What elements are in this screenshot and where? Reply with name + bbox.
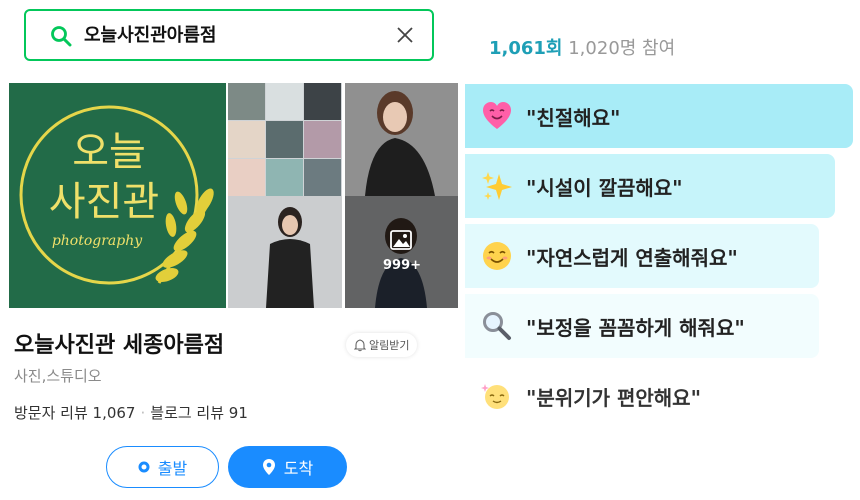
origin-dot-icon — [138, 461, 150, 473]
blog-review-link[interactable]: 블로그 리뷰 91 — [150, 402, 248, 423]
place-category: 사진,스튜디오 — [14, 367, 102, 385]
keyword-bar: "분위기가 편안해요" — [465, 364, 819, 428]
portrait-photo[interactable] — [228, 196, 342, 308]
logo-line1: 오늘 — [72, 129, 146, 175]
separator-dot: · — [140, 403, 146, 422]
keyword-label: "시설이 깔끔해요" — [526, 175, 683, 200]
keyword-bar: "보정을 꼼꼼하게 해줘요" — [465, 294, 819, 358]
smiling-face-icon — [483, 242, 511, 270]
keyword-label: "분위기가 편안해요" — [526, 385, 702, 410]
heart-face-icon — [483, 102, 511, 129]
start-label: 출발 — [157, 459, 188, 478]
search-icon — [51, 26, 72, 47]
arrive-label: 도착 — [283, 459, 314, 478]
main-photo-logo[interactable]: 오늘 사진관 photography — [9, 83, 226, 308]
keyword-bar: "자연스럽게 연출해줘요" — [465, 224, 819, 288]
more-photos-tile[interactable] — [345, 196, 458, 308]
arrive-button[interactable]: 도착 — [228, 446, 347, 488]
leaf-branch-icon — [155, 188, 214, 284]
search-bar[interactable]: 오늘사진관아름점 — [24, 9, 434, 61]
keyword-bar: "친절해요" — [465, 84, 853, 148]
gallery-icon — [390, 230, 412, 250]
more-photos-count: 999+ — [382, 258, 422, 273]
logo-script: photography — [52, 233, 143, 249]
search-input[interactable]: 오늘사진관아름점 — [84, 25, 216, 47]
photo-collage[interactable] — [228, 83, 342, 196]
keyword-bar: "시설이 깔끔해요" — [465, 154, 835, 218]
relieved-face-icon — [481, 384, 509, 409]
magnifier-icon — [483, 312, 511, 340]
place-title[interactable]: 오늘사진관 세종아름점 — [14, 327, 224, 359]
start-button[interactable]: 출발 — [106, 446, 219, 488]
vote-count: 1,061회 — [489, 38, 563, 59]
alarm-label: 알림받기 — [369, 339, 410, 352]
keyword-label: "자연스럽게 연출해줘요" — [526, 245, 738, 270]
participant-count: 1,020명 참여 — [568, 38, 676, 59]
portrait-photo[interactable] — [345, 83, 458, 196]
visitor-review-link[interactable]: 방문자 리뷰 1,067 — [14, 402, 135, 423]
bell-icon — [354, 338, 366, 351]
location-pin-icon — [262, 459, 275, 475]
logo-line2: 사진관 — [49, 179, 159, 225]
sparkles-icon — [482, 172, 512, 200]
keyword-label: "친절해요" — [526, 105, 621, 130]
alarm-button[interactable]: 알림받기 — [346, 333, 418, 357]
close-icon[interactable] — [394, 24, 416, 46]
keyword-label: "보정을 꼼꼼하게 해줘요" — [526, 315, 745, 340]
review-stats: 1,061회 1,020명 참여 — [489, 34, 675, 60]
review-summary: 방문자 리뷰 1,067 · 블로그 리뷰 91 — [14, 402, 248, 423]
